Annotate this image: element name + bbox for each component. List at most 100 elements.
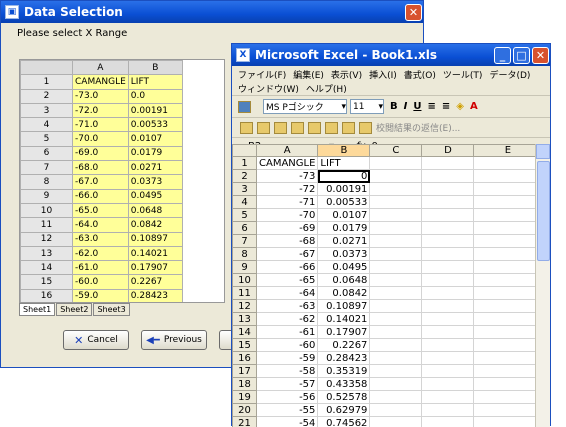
folder-icon[interactable] bbox=[257, 122, 270, 134]
table-row[interactable]: 10-650.0648 bbox=[233, 274, 542, 287]
cell-b[interactable]: 0.00533 bbox=[128, 118, 182, 132]
cell-a[interactable]: -62 bbox=[257, 313, 318, 326]
row-number[interactable]: 17 bbox=[233, 365, 257, 378]
cell-a[interactable]: CAMANGLE bbox=[73, 75, 129, 89]
column-header-d[interactable]: D bbox=[422, 145, 474, 157]
column-header-c[interactable]: C bbox=[370, 145, 422, 157]
cell-a[interactable]: -67.0 bbox=[73, 175, 129, 189]
column-header-b[interactable]: B bbox=[128, 61, 182, 75]
row-number[interactable]: 19 bbox=[233, 391, 257, 404]
cell-c[interactable] bbox=[370, 352, 422, 365]
cell-a[interactable]: -69 bbox=[257, 222, 318, 235]
row-number[interactable]: 3 bbox=[21, 103, 73, 117]
scroll-up-arrow[interactable] bbox=[536, 144, 550, 159]
underline-icon[interactable]: U bbox=[413, 101, 421, 112]
cell-d[interactable] bbox=[422, 378, 474, 391]
cell-b[interactable]: 0.00191 bbox=[128, 103, 182, 117]
cell-c[interactable] bbox=[370, 339, 422, 352]
folder-icon[interactable] bbox=[359, 122, 372, 134]
tab-sheet2[interactable]: Sheet2 bbox=[56, 303, 92, 316]
menu-file[interactable]: ファイル(F) bbox=[238, 68, 286, 81]
cell-b[interactable]: 0.52578 bbox=[318, 391, 370, 404]
cell-a[interactable]: -63 bbox=[257, 300, 318, 313]
folder-icon[interactable] bbox=[308, 122, 321, 134]
folder-icon[interactable] bbox=[291, 122, 304, 134]
review-reply-button[interactable]: 校閲結果の返信(E)... bbox=[376, 121, 460, 134]
folder-icon[interactable] bbox=[274, 122, 287, 134]
cell-e[interactable] bbox=[474, 170, 542, 183]
tab-sheet3[interactable]: Sheet3 bbox=[93, 303, 129, 316]
cell-a[interactable]: -59 bbox=[257, 352, 318, 365]
cell-b[interactable]: 0.0107 bbox=[318, 209, 370, 222]
row-number[interactable]: 3 bbox=[233, 183, 257, 196]
cell-c[interactable] bbox=[370, 326, 422, 339]
menu-tools[interactable]: ツール(T) bbox=[443, 68, 483, 81]
cell-b[interactable]: 0 bbox=[318, 170, 370, 183]
cell-e[interactable] bbox=[474, 183, 542, 196]
row-number[interactable]: 16 bbox=[233, 352, 257, 365]
cell-a[interactable]: -71.0 bbox=[73, 118, 129, 132]
cell-d[interactable] bbox=[422, 391, 474, 404]
table-row[interactable]: 9-660.0495 bbox=[233, 261, 542, 274]
cell-c[interactable] bbox=[370, 287, 422, 300]
table-row[interactable]: 15-600.2267 bbox=[233, 339, 542, 352]
table-row[interactable]: 12-63.00.10897 bbox=[21, 232, 183, 246]
data-grid[interactable]: A B 1CAMANGLELIFT2-73.00.03-72.00.001914… bbox=[19, 59, 225, 303]
row-number[interactable]: 5 bbox=[233, 209, 257, 222]
cell-d[interactable] bbox=[422, 274, 474, 287]
cell-b[interactable]: 0.0495 bbox=[318, 261, 370, 274]
fill-color-icon[interactable]: ◈ bbox=[456, 101, 464, 112]
row-number[interactable]: 4 bbox=[21, 118, 73, 132]
cell-d[interactable] bbox=[422, 235, 474, 248]
cell-a[interactable]: -55 bbox=[257, 404, 318, 417]
cell-b[interactable]: 0.0495 bbox=[128, 189, 182, 203]
row-number[interactable]: 9 bbox=[233, 261, 257, 274]
column-header-e[interactable]: E bbox=[474, 145, 542, 157]
cell-d[interactable] bbox=[422, 209, 474, 222]
excel-close-button[interactable]: ✕ bbox=[532, 47, 549, 64]
cell-a[interactable]: -70 bbox=[257, 209, 318, 222]
cell-b[interactable]: 0.62979 bbox=[318, 404, 370, 417]
cell-a[interactable]: -73.0 bbox=[73, 89, 129, 103]
cell-b[interactable]: LIFT bbox=[128, 75, 182, 89]
menu-view[interactable]: 表示(V) bbox=[331, 68, 362, 81]
table-row[interactable]: 16-59.00.28423 bbox=[21, 289, 183, 303]
cell-b[interactable]: 0.10897 bbox=[318, 300, 370, 313]
cell-b[interactable]: 0.28423 bbox=[318, 352, 370, 365]
table-row[interactable]: 5-700.0107 bbox=[233, 209, 542, 222]
cell-d[interactable] bbox=[422, 352, 474, 365]
cell-b[interactable]: 0.00191 bbox=[318, 183, 370, 196]
cell-b[interactable]: 0.2267 bbox=[128, 275, 182, 289]
cell-d[interactable] bbox=[422, 300, 474, 313]
cell-b[interactable]: 0.0648 bbox=[318, 274, 370, 287]
row-number[interactable]: 8 bbox=[233, 248, 257, 261]
close-button[interactable]: ✕ bbox=[405, 4, 422, 21]
cell-d[interactable] bbox=[422, 170, 474, 183]
cell-a[interactable]: -69.0 bbox=[73, 146, 129, 160]
table-row[interactable]: 19-560.52578 bbox=[233, 391, 542, 404]
row-number[interactable]: 15 bbox=[233, 339, 257, 352]
cell-c[interactable] bbox=[370, 222, 422, 235]
row-number[interactable]: 14 bbox=[21, 261, 73, 275]
table-row[interactable]: 17-580.35319 bbox=[233, 365, 542, 378]
align-center-icon[interactable]: ≡ bbox=[442, 101, 450, 112]
cell-c[interactable] bbox=[370, 209, 422, 222]
cell-e[interactable] bbox=[474, 352, 542, 365]
table-row[interactable]: 4-710.00533 bbox=[233, 196, 542, 209]
cancel-button[interactable]: ✕ Cancel bbox=[63, 330, 129, 350]
cell-b[interactable]: 0.0179 bbox=[128, 146, 182, 160]
row-number[interactable]: 8 bbox=[21, 175, 73, 189]
cell-e[interactable] bbox=[474, 222, 542, 235]
cell-b[interactable]: 0.0271 bbox=[128, 161, 182, 175]
maximize-button[interactable]: □ bbox=[513, 47, 530, 64]
cell-e[interactable] bbox=[474, 196, 542, 209]
cell-a[interactable]: -68.0 bbox=[73, 161, 129, 175]
cell-a[interactable]: -64.0 bbox=[73, 218, 129, 232]
cell-c[interactable] bbox=[370, 391, 422, 404]
cell-d[interactable] bbox=[422, 287, 474, 300]
cell-e[interactable] bbox=[474, 313, 542, 326]
cell-c[interactable] bbox=[370, 313, 422, 326]
row-number[interactable]: 5 bbox=[21, 132, 73, 146]
menu-help[interactable]: ヘルプ(H) bbox=[306, 82, 347, 95]
cell-a[interactable]: -71 bbox=[257, 196, 318, 209]
